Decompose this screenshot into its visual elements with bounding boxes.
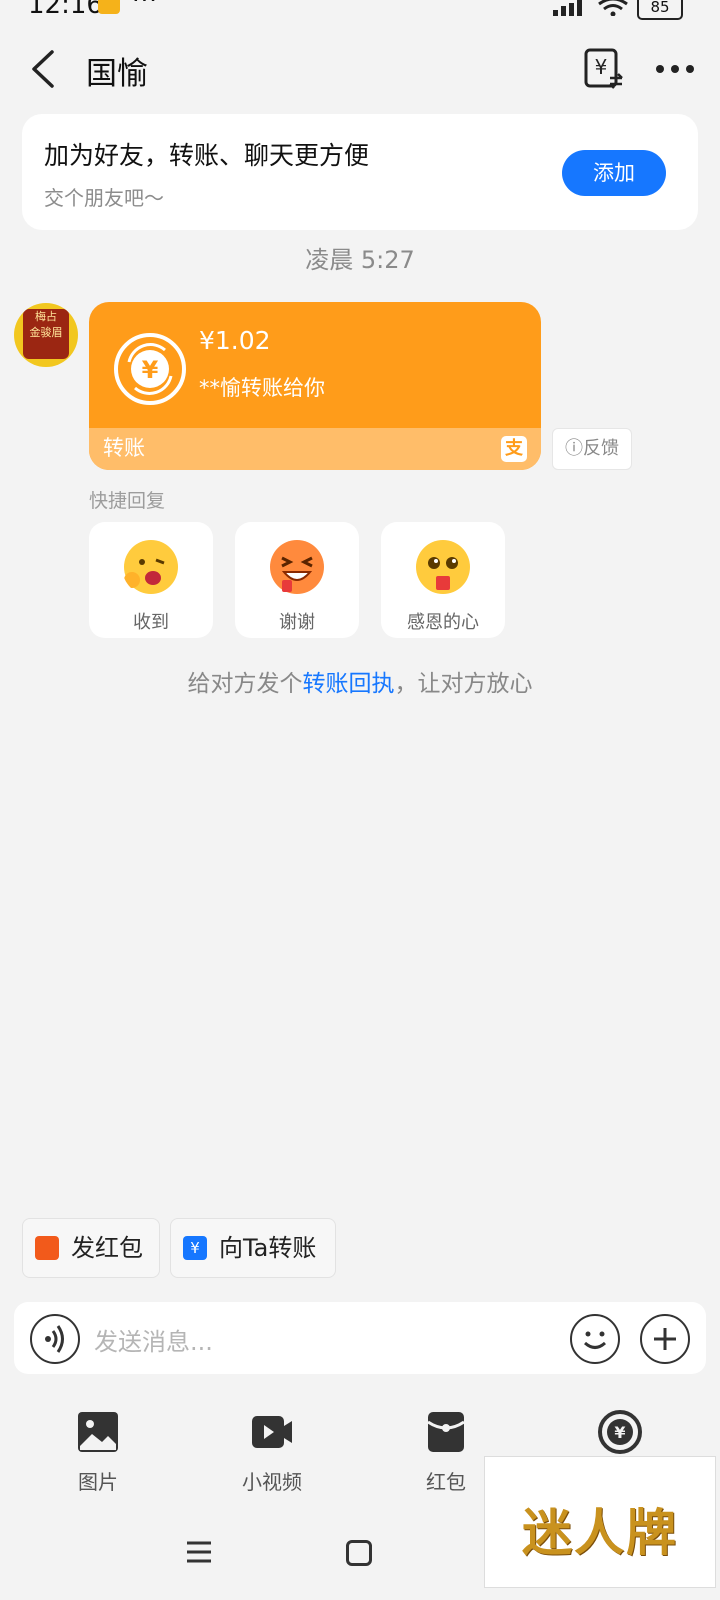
add-friend-subtitle: 交个朋友吧～ xyxy=(44,186,164,210)
tool-image[interactable]: 图片 xyxy=(38,1410,158,1494)
svg-text:¥: ¥ xyxy=(614,1423,625,1442)
transfer-yuan-icon: ¥ xyxy=(114,333,186,405)
alipay-icon: 支 xyxy=(501,436,527,462)
avatar-logo: 梅占 金骏眉 xyxy=(23,309,69,359)
image-icon xyxy=(78,1412,118,1452)
message-timestamp: 凌晨 5:27 xyxy=(305,246,415,274)
feedback-button[interactable]: ⓘ反馈 xyxy=(552,428,632,470)
tool-label: 图片 xyxy=(78,1470,118,1494)
receipt-hint: 给对方发个转账回执，让对方放心 xyxy=(187,671,533,697)
status-more: ··· xyxy=(132,0,158,14)
transfer-message-bubble[interactable]: ¥ ¥1.02 **愉转账给你 转账 支 xyxy=(89,302,541,470)
wifi-icon xyxy=(598,0,628,16)
quick-reply-grateful[interactable]: 感恩的心 xyxy=(381,522,505,638)
add-friend-title: 加为好友，转账、聊天更方便 xyxy=(44,141,370,170)
signal-icon xyxy=(553,0,582,16)
plus-icon[interactable] xyxy=(640,1314,690,1364)
receipt-link[interactable]: 转账回执 xyxy=(303,671,395,697)
watermark-text: 迷人牌 xyxy=(522,1504,678,1562)
menu-icon[interactable] xyxy=(186,1540,212,1564)
chip-label: 发红包 xyxy=(71,1234,143,1262)
quick-reply-label: 感恩的心 xyxy=(407,612,479,633)
send-red-packet-chip[interactable]: 发红包 xyxy=(22,1218,160,1278)
notification-icon xyxy=(98,0,120,14)
red-packet-icon xyxy=(35,1236,59,1260)
info-icon: ⓘ xyxy=(565,438,583,459)
transfer-circle-icon: ¥ xyxy=(598,1410,642,1454)
svg-text:¥: ¥ xyxy=(595,55,608,79)
status-time: 12:16 xyxy=(28,0,103,20)
message-input-bar: 发送消息... xyxy=(14,1302,706,1374)
transfer-amount: ¥1.02 xyxy=(199,326,271,355)
transfer-to-ta-chip[interactable]: ¥ 向Ta转账 xyxy=(170,1218,336,1278)
transfer-label: 转账 xyxy=(103,436,145,460)
transfer-footer: 转账 支 xyxy=(89,428,541,470)
add-friend-button[interactable]: 添加 xyxy=(562,150,666,196)
red-packet-icon xyxy=(427,1412,465,1452)
message-input[interactable]: 发送消息... xyxy=(94,1322,213,1357)
home-icon[interactable] xyxy=(346,1540,372,1566)
back-button[interactable] xyxy=(22,46,68,92)
tool-label: 小视频 xyxy=(242,1470,302,1494)
avatar[interactable]: 梅占 金骏眉 xyxy=(14,303,78,367)
quick-reply-received[interactable]: 收到 xyxy=(89,522,213,638)
feedback-label: 反馈 xyxy=(583,438,619,459)
transfer-note: **愉转账给你 xyxy=(199,376,325,400)
ok-emoji-icon xyxy=(124,540,178,594)
tool-video[interactable]: 小视频 xyxy=(212,1410,332,1494)
voice-icon[interactable] xyxy=(30,1314,80,1364)
page-title: 国愉 xyxy=(86,56,148,92)
quick-reply-label: 谢谢 xyxy=(279,612,315,633)
grateful-emoji-icon xyxy=(416,540,470,594)
svg-text:¥: ¥ xyxy=(142,356,159,384)
watermark-logo: 迷人牌 xyxy=(484,1456,716,1588)
battery-indicator: 85 xyxy=(637,0,683,20)
add-friend-card: 加为好友，转账、聊天更方便 交个朋友吧～ 添加 xyxy=(22,114,698,230)
video-icon xyxy=(252,1416,292,1448)
emoji-icon[interactable] xyxy=(570,1314,620,1364)
transfer-chip-icon: ¥ xyxy=(183,1236,207,1260)
chip-label: 向Ta转账 xyxy=(219,1234,317,1262)
quick-reply-label: 收到 xyxy=(133,612,169,633)
quick-reply-title: 快捷回复 xyxy=(89,490,166,512)
laughing-emoji-icon xyxy=(270,540,324,594)
transfer-icon[interactable]: ¥ xyxy=(584,48,624,90)
more-options-icon[interactable] xyxy=(654,54,696,84)
quick-reply-thanks[interactable]: 谢谢 xyxy=(235,522,359,638)
